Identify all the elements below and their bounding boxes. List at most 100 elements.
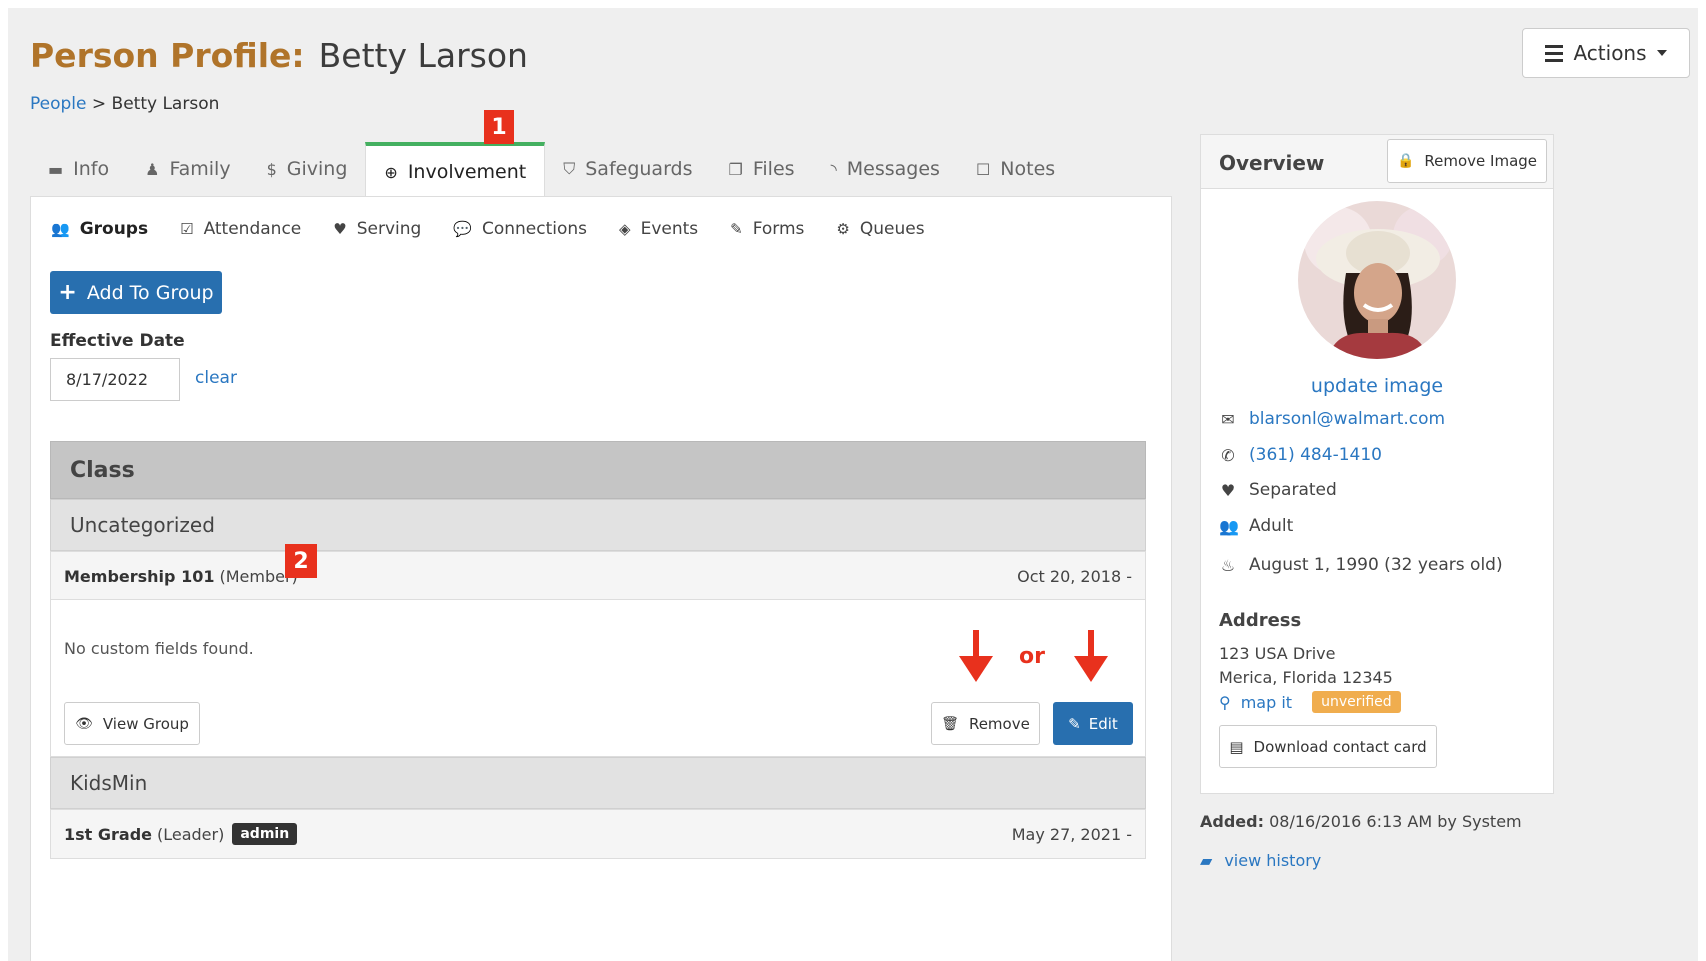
heart-icon: ♥ — [333, 220, 347, 238]
effective-date-input[interactable] — [50, 358, 180, 401]
subtab-queues[interactable]: ⚙ Queues — [836, 219, 924, 239]
birthday: August 1, 1990 (32 years old) — [1249, 555, 1503, 575]
subtab-events[interactable]: ◈ Events — [619, 219, 698, 239]
tab-involvement[interactable]: ⊕ Involvement — [365, 142, 546, 198]
tab-notes-label: Notes — [1000, 158, 1056, 180]
users-icon: 👥 — [51, 220, 70, 238]
phone-row: ✆ (361) 484-1410 — [1219, 445, 1382, 465]
phone-link[interactable]: (361) 484-1410 — [1249, 445, 1382, 465]
heart-icon: ♥ — [1220, 480, 1236, 500]
actions-label: Actions — [1573, 41, 1647, 65]
breadcrumb: People > Betty Larson — [30, 94, 219, 114]
map-row: ⚲ map it unverified — [1219, 691, 1401, 713]
tab-giving[interactable]: $ Giving — [249, 142, 366, 196]
address-line-1: 123 USA Drive — [1219, 644, 1336, 663]
breadcrumb-current: Betty Larson — [111, 94, 220, 114]
files-icon: ❐ — [728, 159, 743, 179]
subtab-serving[interactable]: ♥ Serving — [333, 219, 421, 239]
profile-tabs: ▬ Info ♟ Family $ Giving ⊕ Involvement ⛉… — [30, 142, 1073, 198]
marital-status-row: ♥ Separated — [1219, 480, 1337, 500]
tab-family-label: Family — [169, 158, 231, 180]
remove-label: Remove — [968, 714, 1030, 733]
subtab-groups-label: Groups — [79, 219, 149, 239]
marital-status: Separated — [1249, 480, 1337, 500]
subtab-attendance-label: Attendance — [203, 219, 302, 239]
email-link[interactable]: blarsonl@walmart.com — [1249, 409, 1445, 429]
envelope-icon: ✉ — [1221, 409, 1235, 429]
address-title: Address — [1219, 610, 1302, 631]
tab-safeguards[interactable]: ⛉ Safeguards — [545, 142, 710, 196]
tab-messages-label: Messages — [846, 158, 940, 180]
add-to-group-button[interactable]: + Add To Group — [50, 271, 222, 314]
tab-files[interactable]: ❐ Files — [711, 142, 813, 196]
category-uncategorized: Uncategorized — [50, 499, 1146, 551]
birthday-row: ♨ August 1, 1990 (32 years old) — [1219, 555, 1503, 575]
red-arrow-down-icon — [1074, 630, 1108, 682]
rss-icon: ◝ — [830, 159, 837, 179]
map-it-link[interactable]: map it — [1241, 693, 1292, 712]
dollar-icon: $ — [266, 159, 277, 179]
group-row-1st-grade[interactable]: 1st Grade (Leader) admin May 27, 2021 - — [50, 809, 1146, 859]
added-info: Added: 08/16/2016 6:13 AM by System — [1200, 812, 1522, 831]
avatar — [1298, 201, 1456, 359]
breadcrumb-people-link[interactable]: People — [30, 94, 86, 114]
subtab-forms[interactable]: ✎ Forms — [730, 219, 804, 239]
address-line-2: Merica, Florida 12345 — [1219, 668, 1393, 687]
email-row: ✉ blarsonl@walmart.com — [1219, 409, 1445, 429]
involvement-subtabs: 👥 Groups ☑ Attendance ♥ Serving 💬 Connec… — [51, 219, 925, 239]
group-row-membership-101[interactable]: Membership 101 (Member) Oct 20, 2018 - — [50, 551, 1146, 601]
folder-open-icon: ▬ — [48, 159, 64, 179]
view-group-button[interactable]: 👁 View Group — [64, 702, 200, 745]
tab-info[interactable]: ▬ Info — [30, 142, 127, 196]
update-image-link[interactable]: update image — [1201, 375, 1553, 397]
caret-down-icon — [1656, 50, 1667, 56]
shield-icon: ⛉ — [563, 159, 576, 178]
subtab-groups[interactable]: 👥 Groups — [51, 219, 148, 239]
cogs-icon: ⚙ — [836, 220, 850, 238]
effective-date-label: Effective Date — [50, 331, 185, 351]
subtab-queues-label: Queues — [859, 219, 925, 239]
edit-label: Edit — [1088, 714, 1118, 733]
add-to-group-label: Add To Group — [86, 281, 214, 304]
subtab-attendance[interactable]: ☑ Attendance — [180, 219, 301, 239]
subtab-events-label: Events — [640, 219, 699, 239]
or-annotation: or — [1019, 644, 1045, 669]
tab-family[interactable]: ♟ Family — [127, 142, 248, 196]
hamburger-icon — [1545, 44, 1564, 62]
tab-messages[interactable]: ◝ Messages — [813, 142, 958, 196]
actions-button[interactable]: Actions — [1522, 28, 1690, 78]
comments-icon: 💬 — [453, 220, 472, 238]
tab-notes[interactable]: ☐ Notes — [958, 142, 1073, 196]
remove-button[interactable]: 🗑 Remove — [931, 702, 1040, 745]
tab-involvement-label: Involvement — [407, 161, 527, 183]
breadcrumb-separator: > — [91, 94, 107, 114]
clear-date-link[interactable]: clear — [195, 368, 237, 388]
involvement-panel: 👥 Groups ☑ Attendance ♥ Serving 💬 Connec… — [30, 196, 1172, 961]
tab-safeguards-label: Safeguards — [585, 158, 693, 180]
subtab-connections[interactable]: 💬 Connections — [453, 219, 587, 239]
age-group: Adult — [1249, 516, 1294, 536]
view-history-link[interactable]: ▰ view history — [1200, 851, 1321, 870]
birthday-cake-icon: ♨ — [1220, 555, 1236, 575]
annotation-marker-2: 2 — [285, 544, 317, 578]
download-contact-card-button[interactable]: ▤ Download contact card — [1219, 725, 1437, 768]
group-date: Oct 20, 2018 - — [1017, 566, 1132, 586]
overview-title: Overview — [1219, 151, 1325, 175]
added-label: Added: — [1200, 812, 1264, 831]
lock-icon: 🔒 — [1396, 153, 1415, 169]
eye-icon: 👁 — [75, 715, 93, 732]
subtab-connections-label: Connections — [481, 219, 588, 239]
tab-giving-label: Giving — [286, 158, 348, 180]
family-icon: ♟ — [145, 159, 160, 179]
added-value: 08/16/2016 6:13 AM by System — [1269, 812, 1522, 831]
id-card-icon: ▤ — [1229, 737, 1244, 756]
red-arrow-down-icon — [959, 630, 993, 682]
remove-image-button[interactable]: 🔒 Remove Image — [1387, 139, 1547, 183]
tab-info-label: Info — [73, 158, 110, 180]
group-date: May 27, 2021 - — [1011, 824, 1132, 844]
group-name: 1st Grade — [64, 824, 152, 844]
pencil-icon: ✎ — [1068, 714, 1081, 733]
edit-button[interactable]: ✎ Edit — [1053, 702, 1133, 745]
page-title: Person Profile: Betty Larson — [30, 36, 528, 76]
subtab-forms-label: Forms — [752, 219, 805, 239]
